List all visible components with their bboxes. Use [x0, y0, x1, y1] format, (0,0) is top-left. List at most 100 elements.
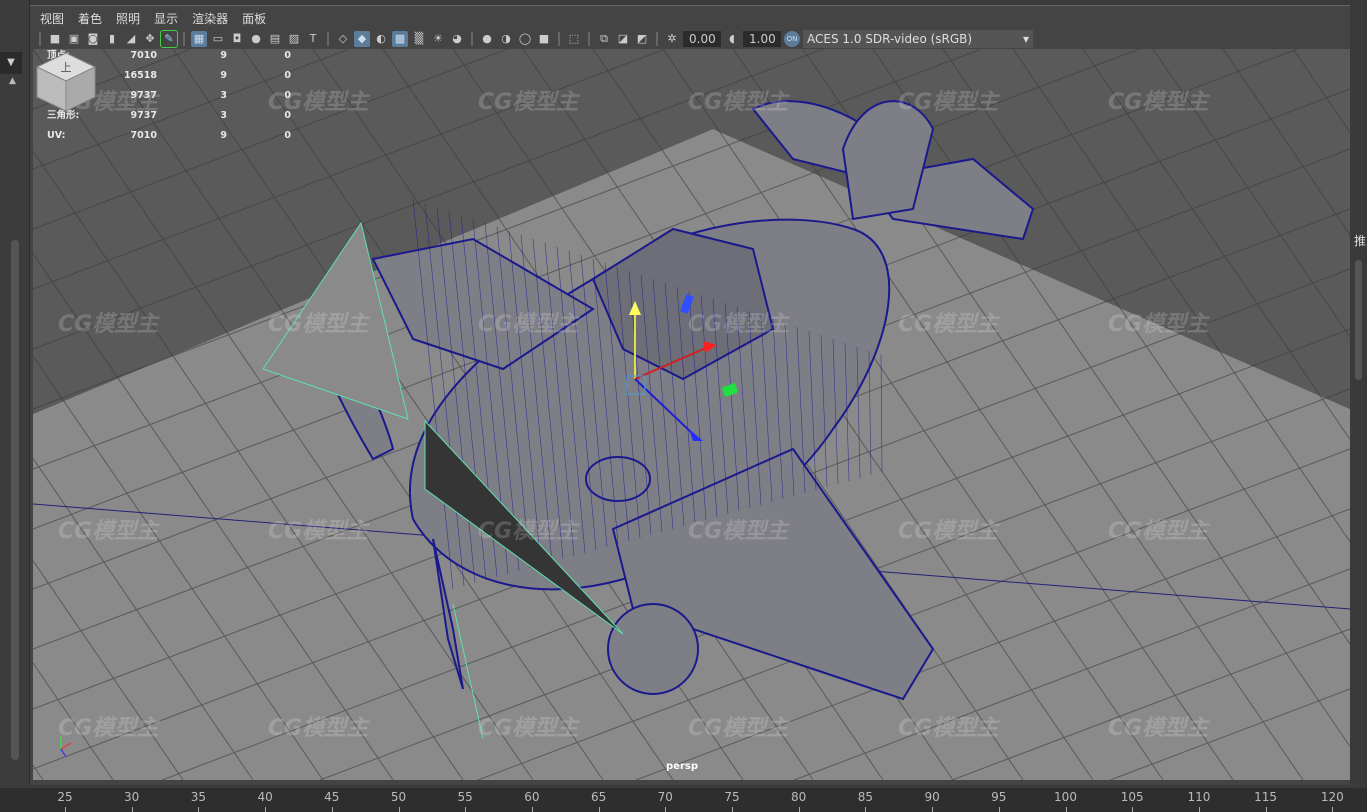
timeline-tick-mark: [398, 807, 400, 812]
separator: [558, 32, 560, 46]
timeline-tick-label: 105: [1120, 790, 1144, 804]
select-camera-icon[interactable]: ■: [47, 31, 63, 47]
separator: [39, 32, 41, 46]
stat-selected: 3: [220, 110, 227, 121]
gamma-icon[interactable]: ◖: [724, 31, 740, 47]
image-plane-icon[interactable]: ◢: [123, 31, 139, 47]
stat-total: 16518: [123, 70, 157, 81]
camera-name-label: persp: [666, 761, 698, 772]
timeline-tick-mark: [1332, 807, 1334, 812]
timeline-tick-mark: [1265, 807, 1267, 812]
stat-other: 0: [284, 50, 291, 61]
resolution-gate-icon[interactable]: ◘: [229, 31, 245, 47]
shadows-icon[interactable]: ◕: [449, 31, 465, 47]
timeline-tick-label: 50: [390, 790, 407, 804]
watermark: CG模型主: [688, 90, 789, 115]
field-chart-icon[interactable]: ▤: [267, 31, 283, 47]
timeline-tick-label: 75: [724, 790, 740, 804]
xray-joints-icon[interactable]: ◩: [634, 31, 650, 47]
menu-view[interactable]: 视图: [40, 10, 64, 27]
separator: [471, 32, 473, 46]
isolate-select-icon[interactable]: ⬚: [566, 31, 582, 47]
smooth-shade-icon[interactable]: ◆: [354, 31, 370, 47]
exposure-field[interactable]: 0.00: [683, 31, 721, 47]
default-material-icon[interactable]: ◐: [373, 31, 389, 47]
watermark: CG模型主: [268, 312, 369, 337]
timeline-tick-mark: [998, 807, 1000, 812]
film-gate-icon[interactable]: ▭: [210, 31, 226, 47]
timeline-tick-mark: [798, 807, 800, 812]
menu-lighting[interactable]: 照明: [116, 10, 140, 27]
watermark: CG模型主: [478, 90, 579, 115]
timeline-tick-label: 45: [324, 790, 340, 804]
xray-active-icon[interactable]: ◪: [615, 31, 631, 47]
xray-icon[interactable]: ⧉: [596, 31, 612, 47]
watermark: CG模型主: [898, 312, 999, 337]
safe-title-icon[interactable]: T: [305, 31, 321, 47]
camera-attributes-icon[interactable]: ◙: [85, 31, 101, 47]
timeline-tick-mark: [331, 807, 333, 812]
grease-pencil-icon[interactable]: ✎: [160, 30, 178, 48]
stat-other: 0: [284, 70, 291, 81]
gamma-field[interactable]: 1.00: [743, 31, 781, 47]
timeline-tick-label: 95: [991, 790, 1007, 804]
lock-camera-icon[interactable]: ▣: [66, 31, 82, 47]
watermark: CG模型主: [1108, 716, 1209, 741]
menu-panels[interactable]: 面板: [242, 10, 266, 27]
timeline-tick-mark: [865, 807, 867, 812]
motion-blur-icon[interactable]: ◑: [498, 31, 514, 47]
textured-icon[interactable]: ▒: [411, 31, 427, 47]
scrollbar[interactable]: [1355, 260, 1362, 380]
anti-aliasing-icon[interactable]: ◯: [517, 31, 533, 47]
stat-total: 9737: [130, 90, 157, 101]
wireframe-icon[interactable]: ◇: [335, 31, 351, 47]
timeline-tick-label: 85: [857, 790, 874, 804]
safe-action-icon[interactable]: ▨: [286, 31, 302, 47]
time-slider[interactable]: 25 30 35 40 45 50 55 60 65 70 75 80 85 90 95 100 105 110 1…: [0, 785, 1367, 812]
depth-of-field-icon[interactable]: ■: [536, 31, 552, 47]
watermark: CG模型主: [898, 716, 999, 741]
view-cube[interactable]: 上: [33, 49, 99, 115]
timeline-tick-label: 35: [190, 790, 207, 804]
lights-icon[interactable]: ☀: [430, 31, 446, 47]
wireframe-on-shaded-icon[interactable]: ▩: [392, 31, 408, 47]
scrollbar[interactable]: [11, 240, 19, 760]
grid-icon[interactable]: ▦: [191, 31, 207, 47]
watermarks: CG模型主 CG模型主 CG模型主 CG模型主 CG模型主 CG模型主 CG模型主 CG模型主…: [33, 49, 1350, 780]
exposure-icon[interactable]: ✲: [664, 31, 680, 47]
stat-other: 0: [284, 90, 291, 101]
menu-renderer[interactable]: 渲染器: [192, 10, 228, 27]
scroll-up-icon[interactable]: ▲: [9, 76, 16, 86]
screen-space-ao-icon[interactable]: ●: [479, 31, 495, 47]
watermark: CG模型主: [58, 519, 159, 544]
right-panel: 推: [1350, 0, 1367, 785]
right-panel-label: 推: [1354, 234, 1367, 248]
left-panel: ▼ ▲: [0, 0, 30, 785]
bookmark-icon[interactable]: ▮: [104, 31, 120, 47]
timeline-tick-mark: [1198, 807, 1200, 812]
perspective-viewport[interactable]: CG模型主 CG模型主 CG模型主 CG模型主 CG模型主 CG模型主 CG模型主 CG模型主…: [33, 49, 1350, 780]
color-space-dropdown[interactable]: ACES 1.0 SDR-video (sRGB) ▾: [803, 30, 1033, 48]
watermark: CG模型主: [478, 519, 579, 544]
timeline-tick-mark: [1065, 807, 1067, 812]
stat-total: 7010: [130, 130, 157, 141]
watermark: CG模型主: [688, 312, 789, 337]
menu-shading[interactable]: 着色: [78, 10, 102, 27]
color-space-value: ACES 1.0 SDR-video (sRGB): [807, 32, 973, 46]
watermark: CG模型主: [1108, 312, 1209, 337]
color-management-toggle[interactable]: ON: [784, 31, 800, 47]
menu-show[interactable]: 显示: [154, 10, 178, 27]
watermark: CG模型主: [898, 90, 999, 115]
dropdown-button[interactable]: ▼: [0, 52, 22, 74]
timeline-tick-mark: [265, 807, 267, 812]
separator: [183, 32, 185, 46]
panel-menu-bar: 视图 着色 照明 显示 渲染器 面板: [32, 7, 1350, 29]
gate-mask-icon[interactable]: ●: [248, 31, 264, 47]
separator: [588, 32, 590, 46]
timeline-tick-mark: [732, 807, 733, 812]
timeline-tick-mark: [198, 807, 200, 812]
2d-pan-zoom-icon[interactable]: ✥: [142, 31, 158, 47]
chevron-down-icon: ▾: [1022, 32, 1029, 46]
watermark: CG模型主: [898, 519, 999, 544]
stat-other: 0: [284, 110, 291, 121]
